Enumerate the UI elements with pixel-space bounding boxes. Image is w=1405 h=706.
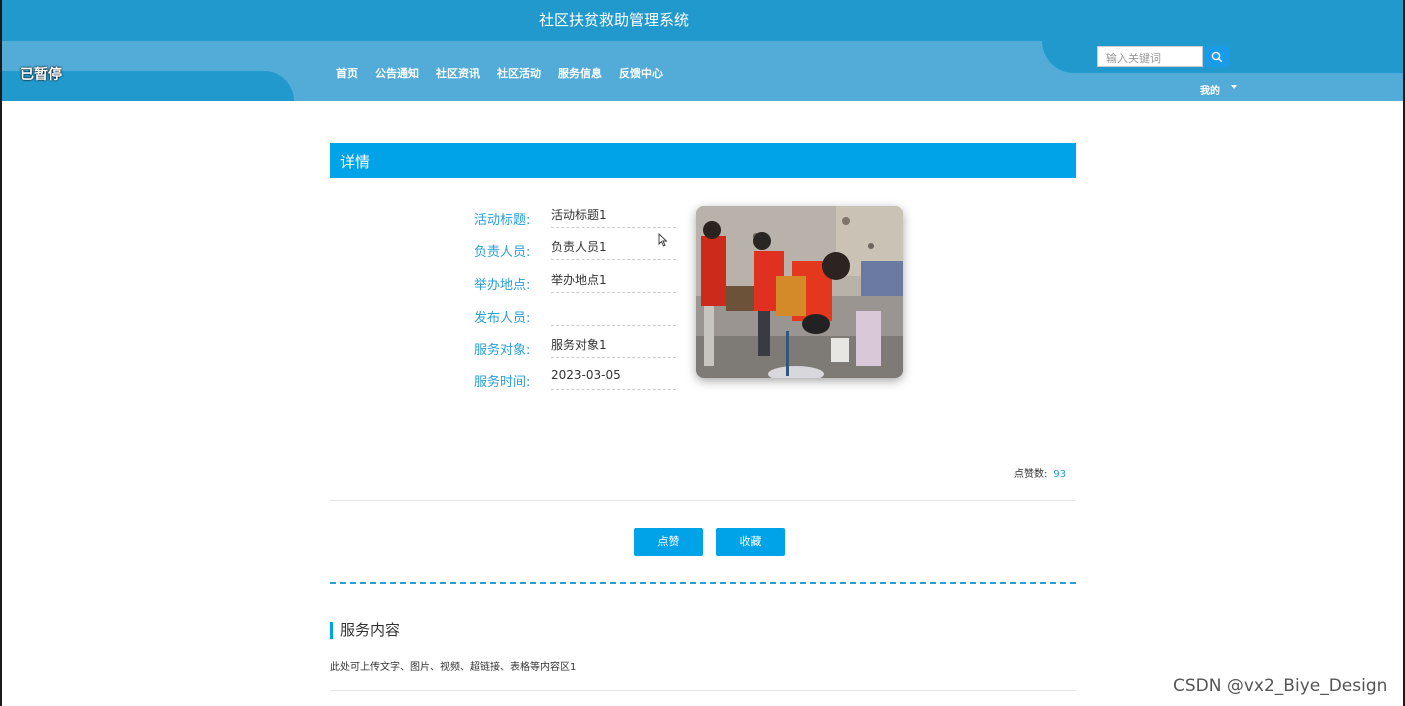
- search-input[interactable]: 输入关键词: [1097, 46, 1203, 67]
- nav-item-news[interactable]: 社区资讯: [436, 65, 480, 81]
- field-value: 2023-03-05: [551, 368, 676, 390]
- field-row: 服务对象: 服务对象1: [470, 330, 680, 362]
- activity-photo: [696, 206, 903, 378]
- likes-label: 点赞数:: [1014, 469, 1048, 480]
- nav-item-services[interactable]: 服务信息: [558, 65, 602, 81]
- paused-label: 已暂停: [20, 67, 62, 83]
- field-row: 发布人员:: [470, 298, 680, 330]
- divider: [330, 690, 1076, 691]
- field-label: 活动标题:: [474, 213, 531, 228]
- chevron-down-icon[interactable]: [1231, 85, 1237, 89]
- field-value: 服务对象1: [551, 336, 676, 358]
- mouse-cursor-icon: [658, 232, 668, 251]
- watermark: CSDN @vx2_Biye_Design: [1173, 676, 1388, 696]
- divider: [330, 500, 1076, 501]
- field-label: 服务对象:: [474, 343, 531, 358]
- favorite-button[interactable]: 收藏: [716, 528, 785, 556]
- field-value: 活动标题1: [551, 206, 676, 228]
- field-row: 负责人员: 负责人员1: [470, 232, 680, 264]
- field-label: 举办地点:: [474, 278, 531, 293]
- content-heading: 服务内容: [330, 622, 400, 639]
- nav-item-feedback[interactable]: 反馈中心: [619, 65, 663, 81]
- content-text: 此处可上传文字、图片、视频、超链接、表格等内容区1: [330, 662, 577, 673]
- field-row: 服务时间: 2023-03-05: [470, 362, 680, 394]
- field-row: 活动标题: 活动标题1: [470, 200, 680, 232]
- field-label: 负责人员:: [474, 245, 531, 260]
- user-menu[interactable]: 我的: [1200, 82, 1220, 97]
- header-top-bar: 社区扶贫救助管理系统: [2, 0, 1403, 41]
- field-row: 举办地点: 举办地点1: [470, 265, 680, 297]
- nav-item-home[interactable]: 首页: [336, 65, 358, 81]
- main-nav: 首页 公告通知 社区资讯 社区活动 服务信息 反馈中心: [336, 65, 680, 81]
- detail-heading: 详情: [330, 143, 1076, 178]
- likes-count: 93: [1053, 469, 1067, 480]
- dashed-divider: [330, 582, 1076, 584]
- field-label: 发布人员:: [474, 311, 531, 326]
- nav-item-activities[interactable]: 社区活动: [497, 65, 541, 81]
- site-title: 社区扶贫救助管理系统: [538, 11, 689, 29]
- likes-counter: 点赞数: 93: [1014, 465, 1066, 480]
- field-label: 服务时间:: [474, 375, 531, 390]
- like-button[interactable]: 点赞: [634, 528, 703, 556]
- nav-item-notices[interactable]: 公告通知: [375, 65, 419, 81]
- header-nav-bar: 已暂停 首页 公告通知 社区资讯 社区活动 服务信息 反馈中心 输入关键词 我的: [2, 41, 1403, 101]
- field-value: [551, 304, 676, 326]
- field-value: 举办地点1: [551, 271, 676, 293]
- search-icon: [1211, 51, 1222, 62]
- search-button[interactable]: [1203, 46, 1230, 67]
